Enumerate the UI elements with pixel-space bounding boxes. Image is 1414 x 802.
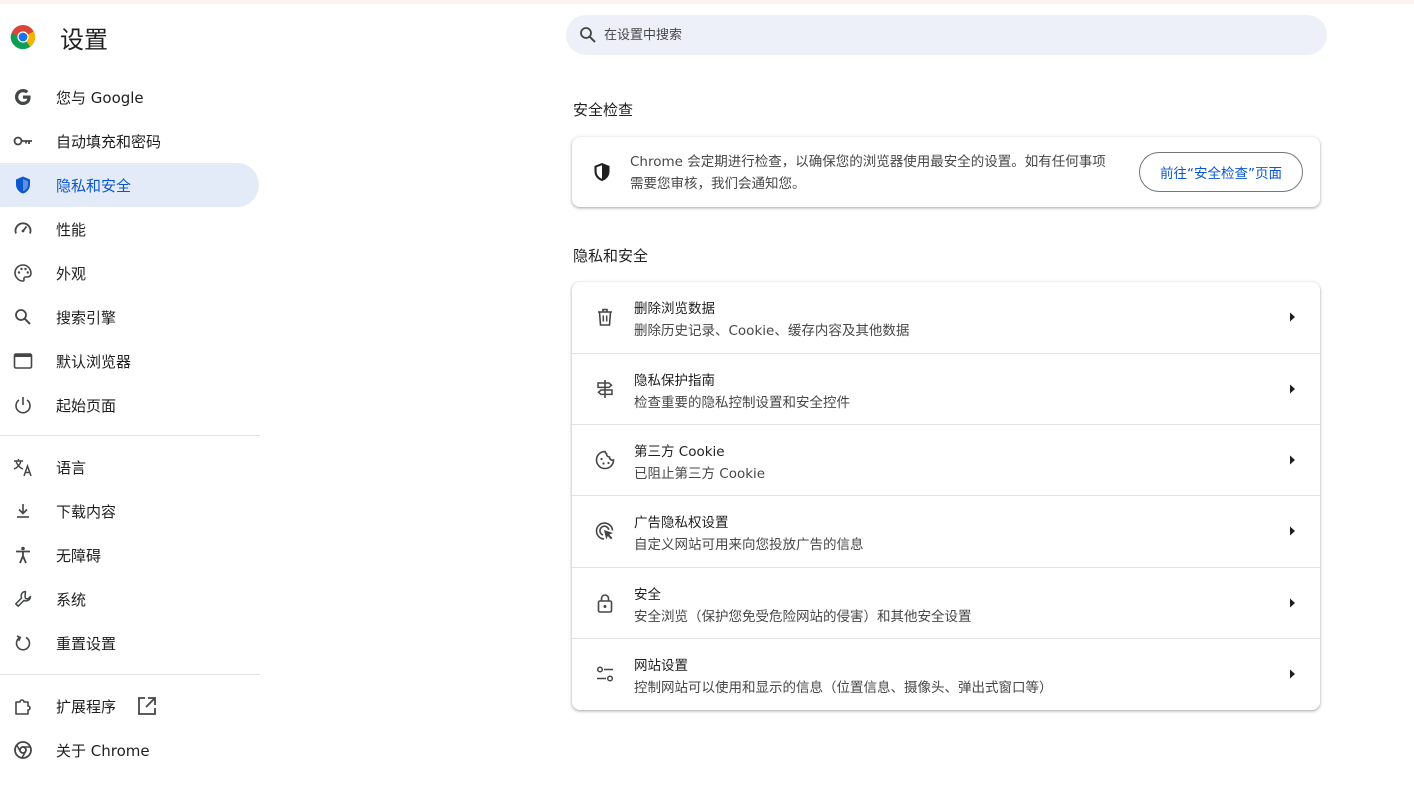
row-subtitle: 安全浏览（保护您免受危险网站的侵害）和其他安全设置 [634,609,972,625]
row-site-settings[interactable]: 网站设置 控制网站可以使用和显示的信息（位置信息、摄像头、弹出式窗口等） [572,638,1320,709]
sidebar-item-privacy-security[interactable]: 隐私和安全 [0,163,259,207]
download-icon [12,500,34,522]
translate-icon [12,456,34,478]
row-clear-browsing-data[interactable]: 删除浏览数据 删除历史记录、Cookie、缓存内容及其他数据 [572,282,1320,353]
sidebar: 设置 您与 Google 自动填充和密码 隐私和安全 性能 外观 搜索引擎 默认… [0,0,262,802]
sidebar-item-reset[interactable]: 重置设置 [0,621,259,665]
google-g-icon [12,86,34,108]
arrow-right-icon [1286,311,1298,323]
safety-check-description: Chrome 会定期进行检查，以确保您的浏览器使用最安全的设置。如有任何事项需要… [630,154,1106,192]
sidebar-item-system[interactable]: 系统 [0,577,259,621]
sidebar-divider [0,674,260,675]
sidebar-item-label: 隐私和安全 [56,177,132,195]
sidebar-item-label: 外观 [56,265,87,283]
palette-icon [12,262,34,284]
shield-check-icon [591,161,613,183]
browser-window-icon [12,350,34,372]
sidebar-item-label: 重置设置 [56,635,117,653]
lock-icon [594,592,616,614]
safety-check-card: Chrome 会定期进行检查，以确保您的浏览器使用最安全的设置。如有任何事项需要… [572,137,1320,207]
ad-privacy-icon [594,520,616,542]
sidebar-item-downloads[interactable]: 下载内容 [0,489,259,533]
row-third-party-cookies[interactable]: 第三方 Cookie 已阻止第三方 Cookie [572,424,1320,495]
shield-icon [12,174,34,196]
row-security[interactable]: 安全 安全浏览（保护您免受危险网站的侵害）和其他安全设置 [572,567,1320,638]
search-input[interactable] [602,15,1302,55]
power-icon [12,394,34,416]
chrome-logo-icon [10,24,36,50]
arrow-right-icon [1286,454,1298,466]
reset-icon [12,632,34,654]
sidebar-item-label: 默认浏览器 [56,353,132,371]
speedometer-icon [12,218,34,240]
settings-search [566,15,1327,55]
sidebar-item-label: 起始页面 [56,397,117,415]
sidebar-item-autofill[interactable]: 自动填充和密码 [0,119,259,163]
cookie-icon [594,449,616,471]
row-title: 广告隐私权设置 [634,515,729,531]
section-title-safety-check: 安全检查 [573,101,634,119]
row-ad-privacy[interactable]: 广告隐私权设置 自定义网站可用来向您投放广告的信息 [572,495,1320,566]
wrench-icon [12,588,34,610]
row-title: 第三方 Cookie [634,444,725,460]
key-icon [12,130,34,152]
row-subtitle: 检查重要的隐私控制设置和安全控件 [634,395,850,411]
row-privacy-guide[interactable]: 隐私保护指南 检查重要的隐私控制设置和安全控件 [572,353,1320,424]
row-subtitle: 已阻止第三方 Cookie [634,466,766,482]
accessibility-icon [12,544,34,566]
row-title: 安全 [634,587,661,603]
sidebar-item-label: 系统 [56,591,87,609]
go-to-safety-check-button[interactable]: 前往“安全检查”页面 [1139,152,1303,192]
sidebar-item-label: 下载内容 [56,503,117,521]
sidebar-item-performance[interactable]: 性能 [0,207,259,251]
sidebar-item-label: 语言 [56,459,87,477]
sidebar-item-search-engine[interactable]: 搜索引擎 [0,295,259,339]
arrow-right-icon [1286,668,1298,680]
sliders-icon [594,663,616,685]
arrow-right-icon [1286,383,1298,395]
chrome-icon [12,739,34,761]
sidebar-item-label: 搜索引擎 [56,309,117,327]
row-subtitle: 自定义网站可用来向您投放广告的信息 [634,537,864,553]
arrow-right-icon [1286,525,1298,537]
sidebar-item-accessibility[interactable]: 无障碍 [0,533,259,577]
row-title: 网站设置 [634,658,688,674]
sidebar-item-on-startup[interactable]: 起始页面 [0,383,259,427]
sidebar-item-label: 关于 Chrome [56,742,150,760]
guide-icon [594,378,616,400]
sidebar-item-default-browser[interactable]: 默认浏览器 [0,339,259,383]
trash-icon [594,306,616,328]
row-subtitle: 控制网站可以使用和显示的信息（位置信息、摄像头、弹出式窗口等） [634,680,1053,696]
arrow-right-icon [1286,597,1298,609]
sidebar-item-extensions[interactable]: 扩展程序 [0,684,259,728]
sidebar-item-label: 自动填充和密码 [56,133,162,151]
sidebar-item-about-chrome[interactable]: 关于 Chrome [0,728,259,772]
sidebar-item-languages[interactable]: 语言 [0,445,259,489]
sidebar-item-label: 无障碍 [56,547,102,565]
search-icon [12,306,34,328]
open-in-new-icon [136,695,158,717]
sidebar-item-you-and-google[interactable]: 您与 Google [0,75,259,119]
page-title: 设置 [60,26,108,54]
section-title-privacy: 隐私和安全 [573,247,649,265]
row-subtitle: 删除历史记录、Cookie、缓存内容及其他数据 [634,323,910,339]
sidebar-item-appearance[interactable]: 外观 [0,251,259,295]
row-title: 删除浏览数据 [634,301,715,317]
sidebar-item-label: 您与 Google [56,89,144,107]
brand: 设置 [10,22,108,54]
sidebar-divider [0,435,260,436]
puzzle-icon [12,695,34,717]
search-icon [578,25,598,45]
sidebar-item-label: 性能 [56,221,87,239]
sidebar-item-label: 扩展程序 [56,698,117,716]
privacy-card: 删除浏览数据 删除历史记录、Cookie、缓存内容及其他数据 隐私保护指南 检查… [572,282,1320,710]
row-title: 隐私保护指南 [634,373,715,389]
